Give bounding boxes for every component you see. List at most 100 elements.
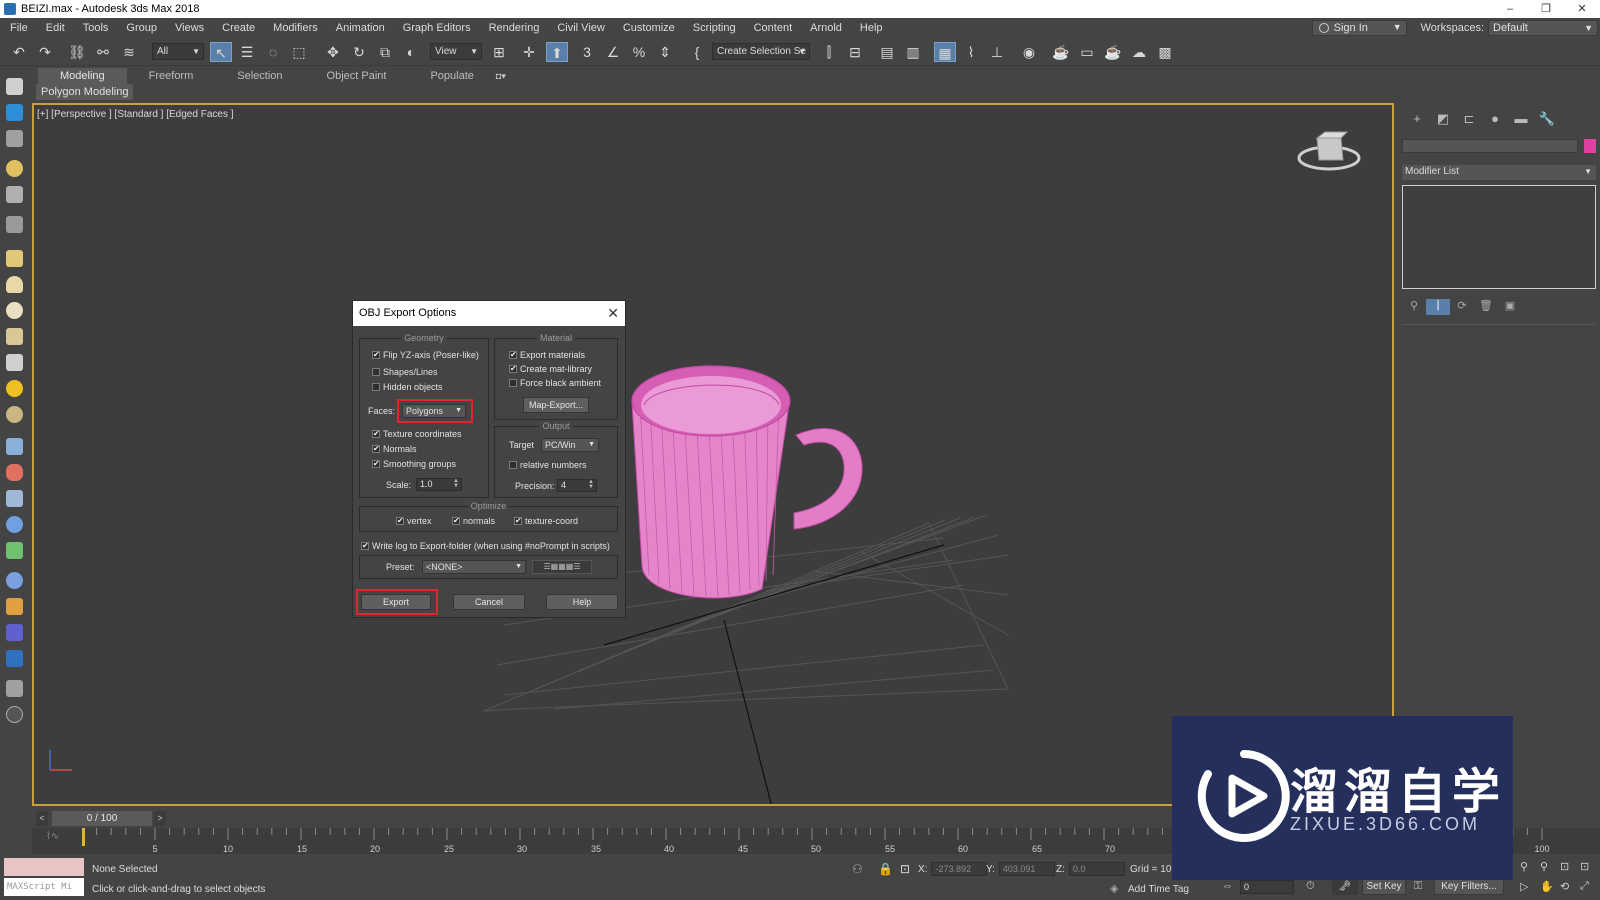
configure-modifier-sets-icon[interactable]: ▣	[1498, 299, 1522, 315]
relative-numbers-checkbox-box[interactable]	[509, 461, 517, 469]
tab-populate[interactable]: Populate	[408, 68, 495, 84]
snaps-toggle-icon[interactable]: 3	[576, 42, 598, 62]
sphere-icon[interactable]	[6, 302, 23, 319]
remove-modifier-icon[interactable]: 🗑	[1474, 299, 1498, 315]
target-dropdown[interactable]: PC/Win ▼	[541, 438, 599, 452]
optimize-normals-checkbox[interactable]: ✔ normals	[452, 516, 495, 526]
current-frame-marker[interactable]	[82, 828, 85, 846]
optimize-vertex-checkbox[interactable]: ✔ vertex	[396, 516, 432, 526]
maxscript-listener[interactable]: MAXScript Mi	[4, 858, 84, 898]
create-mat-library-checkbox-box[interactable]: ✔	[509, 365, 517, 373]
open-mini-curve-editor-icon[interactable]: ⌇∿	[46, 831, 59, 842]
help-icon[interactable]	[6, 706, 23, 723]
zoom-icon[interactable]: ⚲	[1520, 860, 1528, 873]
isolate-selection-icon[interactable]: ⚇	[852, 862, 863, 876]
spacewarps-icon[interactable]	[6, 464, 23, 481]
foliage-icon[interactable]	[6, 542, 23, 559]
normals-checkbox-box[interactable]: ✔	[372, 445, 380, 453]
material-editor-icon[interactable]: ◉	[1018, 42, 1040, 62]
tab-modeling[interactable]: Modeling	[38, 68, 127, 84]
preset-tools-icon[interactable]: ☰▦▦▦☰	[532, 560, 592, 574]
curve-editor-icon[interactable]: ⌇	[960, 42, 982, 62]
perspective-viewport[interactable]: [+] [Perspective ] [Standard ] [Edged Fa…	[32, 103, 1394, 806]
scene-explorer-icon[interactable]	[6, 78, 23, 95]
box-icon[interactable]	[6, 250, 23, 267]
menu-scripting[interactable]: Scripting	[683, 22, 744, 34]
select-by-name-icon[interactable]: ☰	[236, 42, 258, 62]
menu-create[interactable]: Create	[212, 22, 263, 34]
close-icon[interactable]: ✕	[607, 301, 619, 326]
selection-filter-dropdown[interactable]: All ▼	[152, 43, 204, 60]
lights-icon[interactable]	[6, 160, 23, 177]
menu-graph-editors[interactable]: Graph Editors	[393, 22, 479, 34]
maxscript-output[interactable]	[4, 858, 84, 876]
z-field[interactable]: 0.0	[1068, 862, 1125, 876]
menu-customize[interactable]: Customize	[613, 22, 683, 34]
keyboard-shortcut-override-icon[interactable]: ⬆	[546, 42, 568, 62]
next-frame-icon[interactable]: >	[154, 811, 166, 826]
zoom-all-icon[interactable]: ⚲	[1540, 860, 1548, 873]
previous-frame-icon[interactable]: <	[36, 811, 48, 826]
rendered-frame-window-icon[interactable]: ▭	[1076, 42, 1098, 62]
flip-yz-checkbox[interactable]: ✔ Flip YZ-axis (Poser-like)	[372, 350, 479, 360]
menu-rendering[interactable]: Rendering	[479, 22, 548, 34]
minimize-button[interactable]: –	[1492, 0, 1528, 18]
selection-icon[interactable]	[6, 104, 23, 121]
camera-sequencer-icon[interactable]	[6, 624, 23, 641]
rotate-icon[interactable]: ↻	[348, 42, 370, 62]
object-name-field[interactable]	[1402, 139, 1578, 153]
render-setup-icon[interactable]: ☕	[1050, 42, 1072, 62]
lock-selection-icon[interactable]: 🔒	[878, 862, 893, 876]
texture-coordinates-checkbox-box[interactable]: ✔	[372, 430, 380, 438]
utilities-panel-icon[interactable]: 🔧	[1534, 111, 1560, 129]
maxscript-input[interactable]: MAXScript Mi	[4, 878, 84, 896]
redo-icon[interactable]: ↷	[34, 42, 56, 62]
object-color-swatch[interactable]	[1584, 139, 1596, 153]
mirror-icon[interactable]: ⫿	[818, 42, 840, 62]
menu-arnold[interactable]: Arnold	[800, 22, 850, 34]
align-icon[interactable]: ⊟	[844, 42, 866, 62]
percent-snap-icon[interactable]: %	[628, 42, 650, 62]
window-crossing-icon[interactable]: ⬚	[288, 42, 310, 62]
absolute-mode-icon[interactable]: ⊡	[900, 862, 910, 876]
create-mat-library-checkbox[interactable]: ✔ Create mat-library	[509, 364, 592, 374]
hidden-objects-checkbox[interactable]: Hidden objects	[372, 382, 443, 392]
toggle-ribbon-icon[interactable]: ▦	[934, 42, 956, 62]
select-manipulate-icon[interactable]: ✛	[518, 42, 540, 62]
motion-panel-icon[interactable]: ●	[1482, 111, 1508, 129]
tab-freeform[interactable]: Freeform	[127, 68, 216, 84]
color-dots-icon[interactable]	[6, 598, 23, 615]
key-filters-icon[interactable]: ⚿	[1414, 880, 1422, 893]
placement-icon[interactable]: ◐	[400, 42, 422, 62]
hidden-objects-checkbox-box[interactable]	[372, 383, 380, 391]
field-of-view-icon[interactable]: ▷	[1520, 880, 1528, 893]
unlink-icon[interactable]: ⚯	[92, 42, 114, 62]
spinner-snap-icon[interactable]: ⇕	[654, 42, 676, 62]
schematic-view-icon[interactable]: ⊥	[986, 42, 1008, 62]
zoom-extents-icon[interactable]: ⊡	[1560, 860, 1569, 873]
cameras-icon[interactable]	[6, 186, 23, 203]
mug-object[interactable]	[631, 365, 863, 599]
create-panel-icon[interactable]: +	[1404, 111, 1430, 129]
sign-in-dropdown[interactable]: Sign In ▼	[1311, 20, 1407, 36]
tab-selection[interactable]: Selection	[215, 68, 304, 84]
a360-gallery-icon[interactable]: ▩	[1154, 42, 1176, 62]
menu-group[interactable]: Group	[116, 22, 165, 34]
teapot-icon[interactable]	[6, 328, 23, 345]
sun-icon[interactable]	[6, 380, 23, 397]
write-log-checkbox-box[interactable]: ✔	[361, 542, 369, 550]
optimize-normals-checkbox-box[interactable]: ✔	[452, 517, 460, 525]
link-icon[interactable]: ⛓	[66, 42, 88, 62]
menu-modifiers[interactable]: Modifiers	[263, 22, 326, 34]
set-key-toggle-icon[interactable]: 🗝	[1332, 879, 1358, 895]
display-icon[interactable]	[6, 130, 23, 147]
render-production-icon[interactable]: ☕	[1102, 42, 1124, 62]
menu-content[interactable]: Content	[744, 22, 801, 34]
shapes-lines-checkbox-box[interactable]	[372, 368, 380, 376]
force-black-ambient-checkbox-box[interactable]	[509, 379, 517, 387]
export-materials-checkbox-box[interactable]: ✔	[509, 351, 517, 359]
material-sphere-icon[interactable]	[6, 572, 23, 589]
menu-file[interactable]: File	[0, 22, 36, 34]
menu-views[interactable]: Views	[165, 22, 212, 34]
pyramid-icon[interactable]	[6, 354, 23, 371]
